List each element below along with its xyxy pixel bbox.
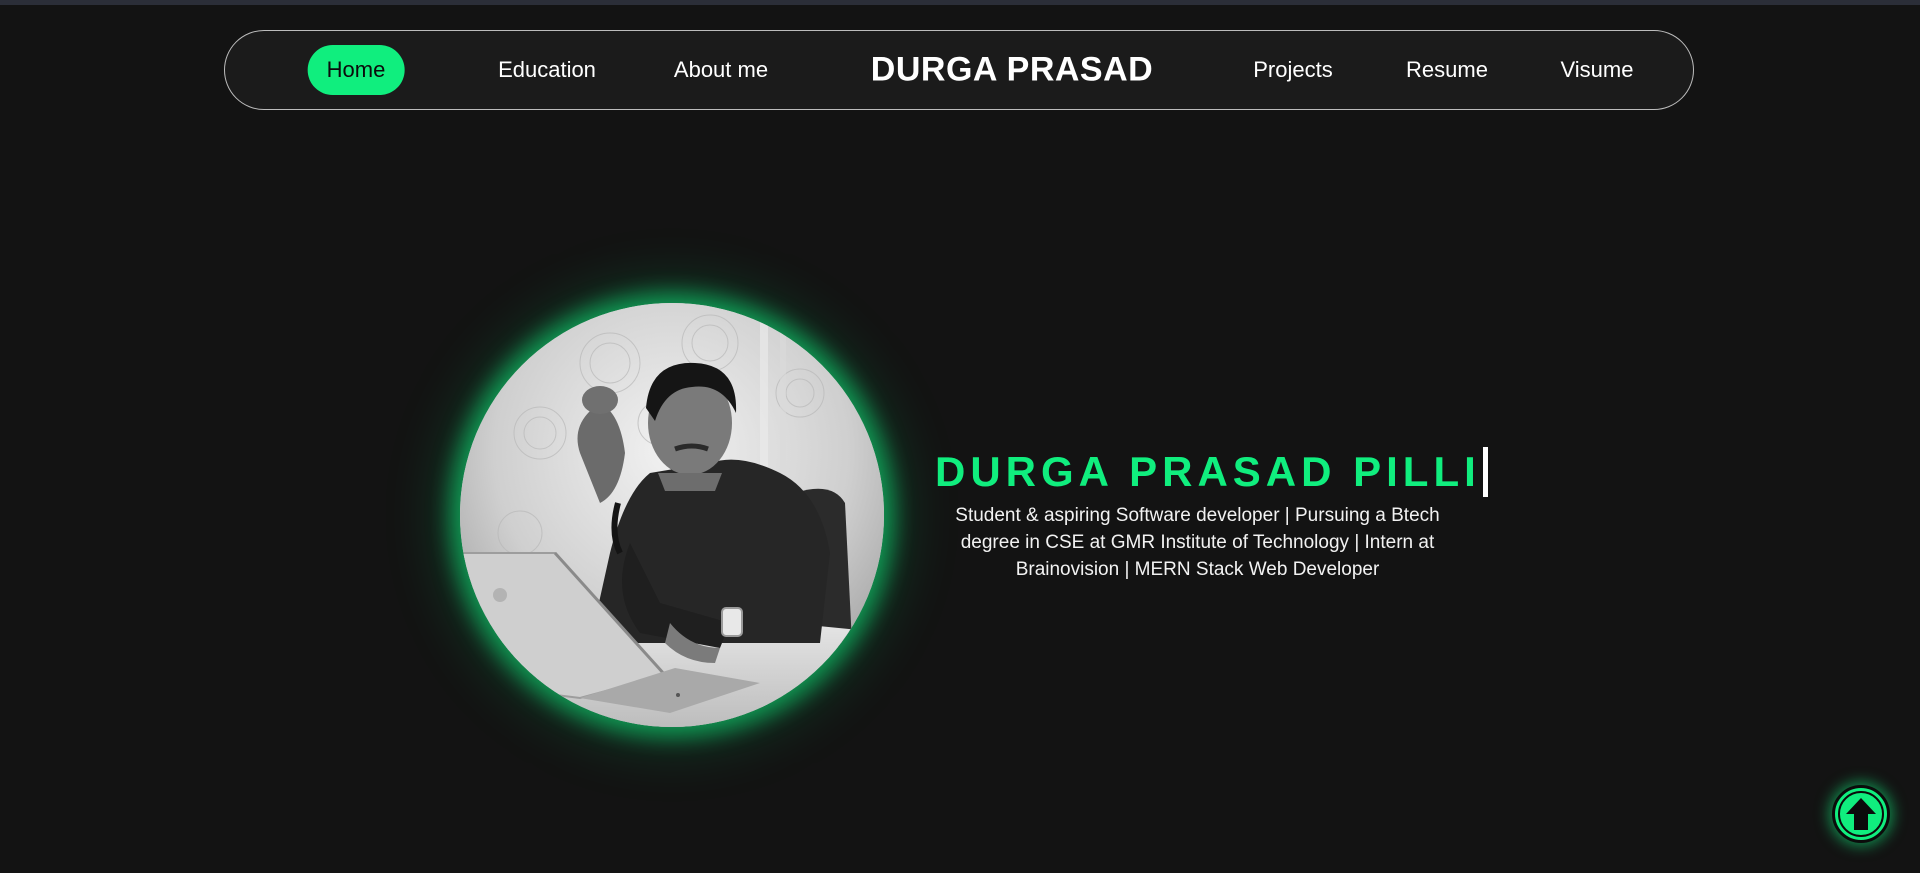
scroll-to-top-button[interactable] bbox=[1832, 785, 1890, 843]
profile-photo bbox=[460, 303, 884, 727]
browser-top-strip bbox=[0, 0, 1920, 5]
nav-home-link[interactable]: Home bbox=[307, 45, 405, 95]
hero-tagline: Student & aspiring Software developer | … bbox=[955, 505, 1440, 580]
nav-about-link[interactable]: About me bbox=[674, 57, 768, 83]
navbar: Home Education About me DURGA PRASAD Pro… bbox=[224, 30, 1694, 110]
hero-name-heading: DURGA PRASAD PILLI bbox=[935, 446, 1488, 497]
nav-projects-link[interactable]: Projects bbox=[1253, 57, 1332, 83]
nav-visume-link[interactable]: Visume bbox=[1561, 57, 1634, 83]
arrow-up-icon bbox=[1846, 798, 1876, 830]
brand-logo-text[interactable]: DURGA PRASAD bbox=[871, 51, 1153, 90]
nav-education-link[interactable]: Education bbox=[498, 57, 596, 83]
nav-resume-link[interactable]: Resume bbox=[1406, 57, 1488, 83]
typing-cursor bbox=[1482, 446, 1488, 497]
